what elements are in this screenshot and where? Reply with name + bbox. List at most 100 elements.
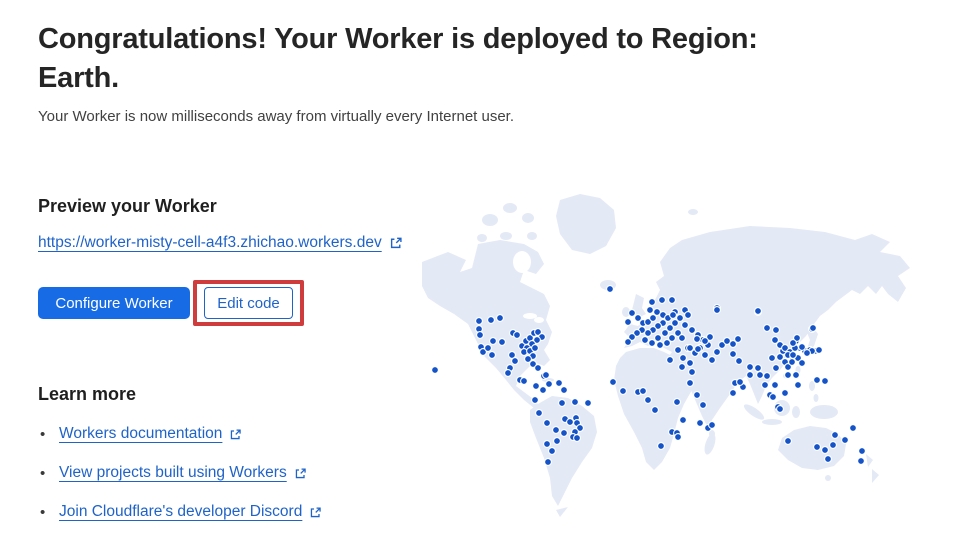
external-link-icon xyxy=(294,467,307,480)
learn-more-section: Learn more Workers documentation View pr… xyxy=(38,384,322,542)
map-dot xyxy=(679,416,687,424)
map-dot xyxy=(729,350,737,358)
map-dot xyxy=(684,311,692,319)
map-dot xyxy=(656,341,664,349)
map-dot xyxy=(798,359,806,367)
map-dot xyxy=(688,326,696,334)
map-dot xyxy=(699,401,707,409)
map-dot xyxy=(609,378,617,386)
map-dot xyxy=(624,338,632,346)
map-dot xyxy=(674,433,682,441)
world-map xyxy=(420,190,953,552)
map-dot xyxy=(701,351,709,359)
map-dot xyxy=(555,379,563,387)
external-link-icon xyxy=(309,506,322,519)
map-dot xyxy=(663,339,671,347)
map-dot xyxy=(666,356,674,364)
map-dot xyxy=(829,441,837,449)
map-dot xyxy=(858,447,866,455)
map-dot xyxy=(560,386,568,394)
map-dot xyxy=(648,298,656,306)
worker-url-row: https://worker-misty-cell-a4f3.zhichao.w… xyxy=(38,234,403,252)
map-dot xyxy=(789,339,797,347)
map-dot xyxy=(639,387,647,395)
map-dot xyxy=(488,351,496,359)
map-dot xyxy=(694,345,702,353)
map-dot xyxy=(763,372,771,380)
map-dot xyxy=(534,364,542,372)
map-dot xyxy=(713,306,721,314)
world-map-svg xyxy=(422,194,910,517)
map-dot xyxy=(678,334,686,342)
map-dot xyxy=(431,366,439,374)
map-dot xyxy=(657,442,665,450)
worker-url-link[interactable]: https://worker-misty-cell-a4f3.zhichao.w… xyxy=(38,234,382,252)
map-dot xyxy=(746,363,754,371)
map-dot xyxy=(754,307,762,315)
map-dot xyxy=(584,399,592,407)
map-dot xyxy=(776,405,784,413)
join-discord-link[interactable]: Join Cloudflare's developer Discord xyxy=(59,503,302,521)
page-title-line-1: Congratulations! Your Worker is deployed… xyxy=(38,23,758,55)
map-dot xyxy=(815,346,823,354)
configure-worker-button[interactable]: Configure Worker xyxy=(38,287,190,319)
edit-code-button[interactable]: Edit code xyxy=(204,287,293,319)
map-dot xyxy=(496,314,504,322)
map-dot xyxy=(771,381,779,389)
map-dot xyxy=(553,437,561,445)
map-dot xyxy=(754,364,762,372)
map-dot xyxy=(789,351,797,359)
list-item: View projects built using Workers xyxy=(38,464,322,482)
map-dot xyxy=(669,311,677,319)
map-dot xyxy=(552,426,560,434)
map-dot xyxy=(606,285,614,293)
map-dot xyxy=(781,389,789,397)
map-dot xyxy=(520,377,528,385)
map-dot xyxy=(673,398,681,406)
map-dot xyxy=(489,337,497,345)
page-subtitle: Your Worker is now milliseconds away fro… xyxy=(38,108,515,125)
learn-more-list: Workers documentation View projects buil… xyxy=(38,425,322,521)
map-dot xyxy=(619,387,627,395)
button-row: Configure Worker Edit code xyxy=(38,280,304,326)
map-dot xyxy=(532,382,540,390)
edit-code-highlight-box: Edit code xyxy=(193,280,304,326)
map-dot xyxy=(511,357,519,365)
map-dot xyxy=(794,381,802,389)
map-dot xyxy=(560,429,568,437)
view-projects-link[interactable]: View projects built using Workers xyxy=(59,464,287,482)
map-dot xyxy=(548,447,556,455)
map-dot xyxy=(648,339,656,347)
map-dot xyxy=(651,406,659,414)
map-dot xyxy=(535,409,543,417)
map-dot xyxy=(769,393,777,401)
map-dot xyxy=(792,371,800,379)
workers-documentation-link[interactable]: Workers documentation xyxy=(59,425,222,443)
external-link-icon xyxy=(389,236,403,250)
map-dot xyxy=(813,443,821,451)
map-dot xyxy=(686,344,694,352)
map-dot xyxy=(784,437,792,445)
map-dot xyxy=(686,379,694,387)
map-dot xyxy=(788,358,796,366)
map-dot xyxy=(693,391,701,399)
map-dot xyxy=(542,371,550,379)
map-dot xyxy=(746,371,754,379)
map-dot xyxy=(831,431,839,439)
map-dot xyxy=(624,318,632,326)
map-dot xyxy=(543,419,551,427)
map-dot xyxy=(761,381,769,389)
learn-more-heading: Learn more xyxy=(38,384,137,404)
map-dot xyxy=(849,424,857,432)
map-dot xyxy=(735,357,743,365)
map-dot xyxy=(476,331,484,339)
map-dot xyxy=(573,434,581,442)
map-dot xyxy=(649,314,657,322)
map-dot xyxy=(701,337,709,345)
map-dot xyxy=(513,331,521,339)
map-dot xyxy=(772,326,780,334)
map-dot xyxy=(531,396,539,404)
preview-heading: Preview your Worker xyxy=(38,196,217,216)
page-title-line-2: Earth. xyxy=(38,62,119,94)
map-dot xyxy=(679,354,687,362)
